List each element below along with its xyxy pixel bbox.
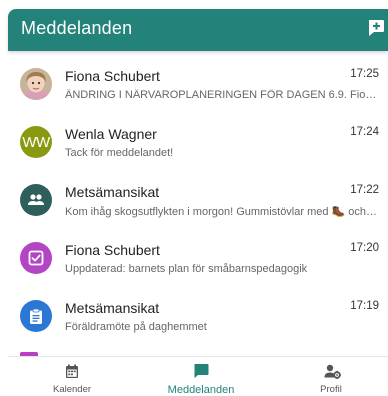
message-time: 17:22	[350, 184, 379, 196]
message-preview: Tack för meddelandet!	[65, 147, 174, 159]
message-time: 17:19	[350, 300, 379, 312]
child-photo-icon	[20, 68, 52, 100]
nav-profile-label: Profil	[320, 384, 342, 395]
group-icon	[28, 194, 44, 205]
calendar-icon	[66, 364, 78, 378]
nav-profile[interactable]: Profil	[262, 357, 388, 396]
compose-button[interactable]	[366, 18, 386, 38]
list-item[interactable]: Metsämansikat 17:22 Kom ihåg skogsutflyk…	[8, 171, 388, 229]
message-time: 17:25	[350, 68, 379, 80]
message-preview: Uppdaterad: barnets plan för småbarnsped…	[65, 263, 308, 275]
avatar-notice	[20, 300, 52, 332]
avatar-photo	[20, 68, 52, 100]
nav-calendar-label: Kalender	[52, 384, 92, 395]
clipboard-icon	[30, 308, 42, 324]
compose-plus-icon	[369, 20, 384, 36]
message-time: 17:24	[350, 126, 379, 138]
chat-icon	[194, 364, 209, 378]
sender-name: Fiona Schubert	[65, 68, 160, 84]
list-item[interactable]: WW Wenla Wagner 17:24 Tack för meddeland…	[8, 113, 388, 171]
header-bar: Meddelanden	[8, 9, 388, 51]
nav-calendar[interactable]: Kalender	[8, 357, 134, 396]
sender-name: Fiona Schubert	[65, 242, 160, 258]
list-item[interactable]: Fiona Schubert 17:20 Uppdaterad: barnets…	[8, 229, 388, 287]
sender-name: Metsämansikat	[65, 300, 160, 316]
list-item[interactable]: Fiona Schubert 17:25 ÄNDRING I NÄRVAROPL…	[8, 55, 388, 113]
sender-name: Metsämansikat	[65, 184, 160, 200]
profile-settings-icon	[324, 364, 341, 379]
message-time: 17:20	[350, 242, 379, 254]
avatar-initials: WW	[20, 126, 52, 158]
bottom-navigation: Kalender Meddelanden Profil	[8, 356, 388, 396]
sender-name: Wenla Wagner	[65, 126, 157, 142]
nav-messages-label: Meddelanden	[167, 384, 235, 396]
page-title: Meddelanden	[21, 18, 133, 38]
checkbox-icon	[28, 250, 44, 266]
avatar-task	[20, 242, 52, 274]
message-preview: Kom ihåg skogsutflykten i morgon! Gummis…	[65, 206, 379, 218]
list-item[interactable]: Metsämansikat 17:19 Föräldramöte på dagh…	[8, 287, 388, 345]
message-preview: Föräldramöte på daghemmet	[65, 321, 207, 333]
messages-app: Meddelanden Fiona Schubert 17:25 ÄNDRING…	[0, 0, 388, 396]
nav-messages[interactable]: Meddelanden	[134, 357, 262, 396]
message-list: Fiona Schubert 17:25 ÄNDRING I NÄRVAROPL…	[8, 55, 388, 355]
avatar-initials-text: WW	[22, 133, 50, 151]
message-preview: ÄNDRING I NÄRVAROPLANERINGEN FÖR DAGEN 6…	[65, 89, 379, 101]
avatar-group	[20, 184, 52, 216]
